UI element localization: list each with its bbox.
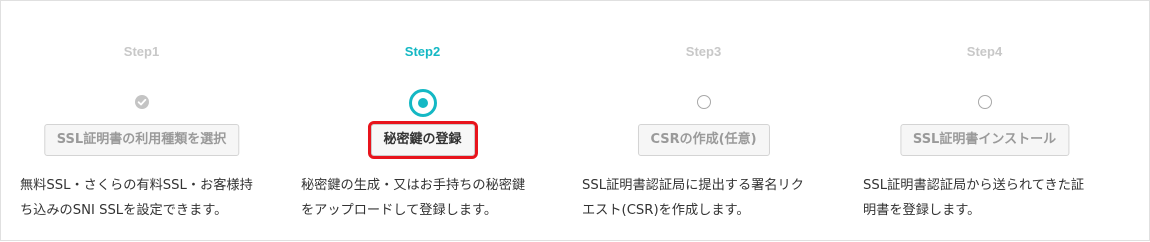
step-1: Step1 SSL証明書の利用種類を選択 無料SSL・さくらの有料SSL・お客様… — [1, 1, 282, 242]
step-3-button[interactable]: CSRの作成(任意) — [637, 124, 770, 156]
step-title: Step4 — [966, 44, 1003, 59]
radio-dot — [417, 98, 428, 108]
step-title: Step1 — [123, 44, 160, 59]
step-3-description: SSL証明書認証局に提出する署名リク エスト(CSR)を作成します。 — [582, 178, 804, 218]
step-2-button[interactable]: 秘密鍵の登録 — [367, 121, 478, 159]
step-2-description: 秘密鍵の生成・又はお手持ちの秘密鍵 をアップロードして登録します。 — [301, 178, 526, 218]
step-title: Step2 — [404, 44, 441, 59]
step-2: Step2 秘密鍵の登録 秘密鍵の生成・又はお手持ちの秘密鍵 をアップロードして… — [282, 1, 563, 242]
step-4: Step4 SSL証明書インストール SSL証明書認証局から送られてきた証 明書… — [844, 1, 1125, 242]
radio-selected-icon — [408, 89, 437, 117]
radio-empty-icon — [696, 95, 711, 109]
step-title: Step3 — [685, 44, 722, 59]
check-circle-icon — [134, 95, 149, 109]
step-4-description: SSL証明書認証局から送られてきた証 明書を登録します。 — [863, 178, 1085, 218]
step-1-button[interactable]: SSL証明書の利用種類を選択 — [43, 124, 240, 156]
step-4-button[interactable]: SSL証明書インストール — [899, 124, 1070, 156]
step-wizard: Step1 SSL証明書の利用種類を選択 無料SSL・さくらの有料SSL・お客様… — [0, 0, 1150, 241]
step-1-description: 無料SSL・さくらの有料SSL・お客様持 ち込みのSNI SSLを設定できます。 — [20, 178, 253, 218]
radio-empty-icon — [977, 95, 992, 109]
step-3: Step3 CSRの作成(任意) SSL証明書認証局に提出する署名リク エスト(… — [563, 1, 844, 242]
